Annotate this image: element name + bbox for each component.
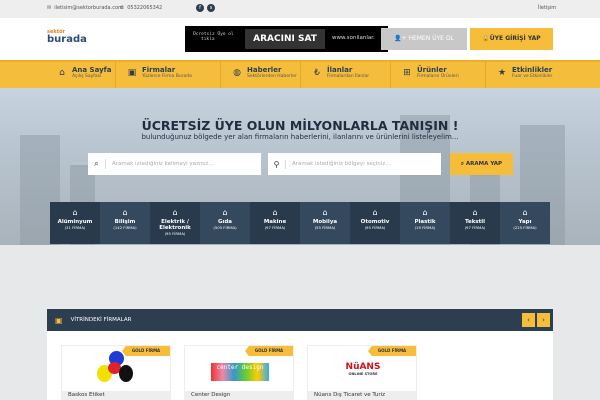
phone-icon: ✆	[120, 5, 125, 11]
hero-title: ÜCRETSİZ ÜYE OLUN MİLYONLARLA TANIŞIN !	[141, 118, 459, 133]
category-item[interactable]: ⌂ Elektrik / Elektronik (95 FİRMA)	[150, 202, 200, 244]
search-button[interactable]: ⌕ ARAMA YAP	[450, 153, 513, 175]
company-card[interactable]: GOLD FİRMA NüANS ONLINE STORE Nüans Dış T…	[307, 345, 417, 400]
briefcase-icon: ▣	[55, 315, 63, 325]
category-item[interactable]: ⌂ Alüminyum (31 FİRMA)	[50, 202, 100, 244]
gift-icon: ⊞	[403, 68, 411, 78]
nav-item-5[interactable]: ★ Etkinlikler Fuar ve Etkinlikler	[497, 66, 552, 80]
nuans-logo: NüANS ONLINE STORE	[345, 362, 381, 377]
home-icon: ⌂	[72, 208, 78, 217]
map-marker-icon: ⚲	[268, 159, 286, 169]
category-bar: ⌂ Alüminyum (31 FİRMA) ⌂ Bilişim (142 FİRMA) ⌂…	[50, 202, 550, 244]
home-icon: ⌂	[272, 208, 278, 217]
category-item[interactable]: ⌂ Bilişim (142 FİRMA)	[100, 202, 150, 244]
nav-item-3[interactable]: ₺ İlanlar Firmalardan İlanlar	[312, 66, 369, 80]
category-item[interactable]: ⌂ Mobilya (55 FİRMA)	[300, 202, 350, 244]
showcase-panel: ▣ VİTRİNDEKİ FİRMALAR ‹ › GOLD FİRMA Bask…	[47, 309, 553, 400]
company-name: Baskos Etiket	[62, 391, 170, 399]
nav-item-0[interactable]: ⌂ Ana Sayfa Açılış Sayfası	[57, 66, 111, 80]
region-search-input[interactable]: ⚲ Aramak istediğiniz bölgeyi seçiniz...	[268, 153, 441, 175]
baskos-logo	[97, 351, 137, 391]
home-icon: ⌂	[372, 208, 378, 217]
briefcase-icon: ▣	[127, 68, 137, 78]
ad-title: ARACINI SAT	[245, 29, 325, 49]
facebook-icon[interactable]: f	[196, 4, 204, 12]
ad-banner[interactable]: Ücretsiz Üye ol tıkla ARACINI SAT www.son…	[185, 26, 388, 52]
category-item[interactable]: ⌂ Yapı (225 FİRMA)	[500, 202, 550, 244]
category-item[interactable]: ⌂ Makine (97 FİRMA)	[250, 202, 300, 244]
user-plus-icon: 👤+	[394, 35, 409, 42]
prev-arrow-button[interactable]: ‹	[522, 313, 535, 327]
gold-badge: GOLD FİRMA	[368, 346, 416, 356]
company-name: Nüans Dış Ticaret ve Turiz	[308, 391, 416, 399]
lock-icon: 🔒	[482, 35, 490, 42]
nav-item-4[interactable]: ⊞ Ürünler Firmaların Ürünleri	[402, 66, 459, 80]
nav-divider	[220, 62, 221, 88]
main-nav: ⌂ Ana Sayfa Açılış Sayfası ▣ Firmalar Yüzlerc…	[0, 60, 600, 88]
nav-divider	[485, 62, 486, 88]
home-icon: ⌂	[522, 208, 528, 217]
login-button[interactable]: 🔒ÜYE GİRİŞİ YAP	[470, 28, 553, 50]
center-design-logo: center design	[211, 363, 269, 381]
company-card[interactable]: GOLD FİRMA center design Center Design	[184, 345, 294, 400]
gold-badge: GOLD FİRMA	[245, 346, 293, 356]
top-bar: ✉ iletisim@sektorburada.com ✆ 05322065342 …	[0, 0, 600, 18]
category-item[interactable]: ⌂ Otomotiv (95 FİRMA)	[350, 202, 400, 244]
phone-contact[interactable]: ✆ 05322065342	[120, 5, 162, 11]
showcase-title: VİTRİNDEKİ FİRMALAR	[70, 317, 132, 323]
home-icon: ⌂	[172, 208, 178, 217]
skype-icon[interactable]: s	[207, 4, 215, 12]
email-contact[interactable]: ✉ iletisim@sektorburada.com	[47, 5, 123, 11]
company-name: Center Design	[185, 391, 293, 399]
register-button[interactable]: 👤+ HEMEN ÜYE OL	[381, 28, 467, 50]
company-card[interactable]: GOLD FİRMA Baskos Etiket	[61, 345, 171, 400]
logo[interactable]: sektör burada	[47, 28, 87, 45]
home-icon: ⌂	[222, 208, 228, 217]
nav-divider	[300, 62, 301, 88]
globe-icon: ◍	[233, 68, 241, 78]
hero-subtitle: bulunduğunuz bölgede yer alan firmaların…	[141, 133, 459, 141]
next-arrow-button[interactable]: ›	[537, 313, 550, 327]
nav-divider	[115, 62, 116, 88]
header: sektör burada Ücretsiz Üye ol tıkla ARACIN…	[0, 18, 600, 60]
nav-item-2[interactable]: ◍ Haberler Sektörlerden Haberler	[232, 66, 297, 80]
home-icon: ⌂	[122, 208, 128, 217]
star-icon: ★	[497, 68, 507, 78]
ad-url: www.sonilanlar.	[332, 35, 375, 41]
contact-link[interactable]: İletişim	[538, 5, 556, 11]
category-item[interactable]: ⌂ Plastik (19 FİRMA)	[400, 202, 450, 244]
category-item[interactable]: ⌂ Tekstil (97 FİRMA)	[450, 202, 500, 244]
home-icon: ⌂	[472, 208, 478, 217]
home-icon: ⌂	[59, 68, 65, 78]
home-icon: ⌂	[322, 208, 328, 217]
lira-icon: ₺	[314, 68, 320, 78]
home-icon: ⌂	[422, 208, 428, 217]
nav-item-1[interactable]: ▣ Firmalar Yüzlerce Firma Burada	[127, 66, 192, 80]
envelope-icon: ✉	[47, 5, 52, 11]
category-item[interactable]: ⌂ Gıda (505 FİRMA)	[200, 202, 250, 244]
search-icon: ⌕	[88, 159, 106, 169]
keyword-search-input[interactable]: ⌕ Aramak istediğiniz kelimeyi yazınız...	[88, 153, 261, 175]
nav-divider	[390, 62, 391, 88]
